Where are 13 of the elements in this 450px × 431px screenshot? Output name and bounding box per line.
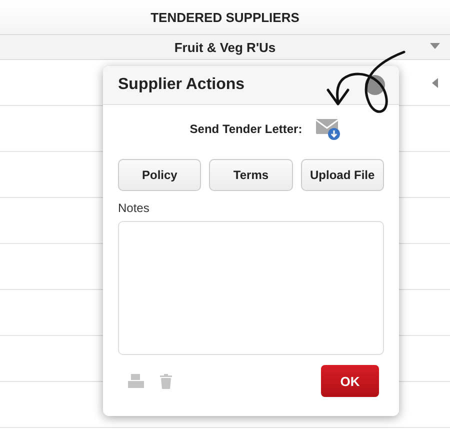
send-letter-label: Send Tender Letter: [190, 122, 302, 136]
envelope-download-icon[interactable] [316, 118, 342, 140]
notes-field[interactable] [118, 221, 384, 355]
dialog-title: Supplier Actions [118, 76, 245, 94]
caret-icon[interactable] [432, 78, 438, 88]
notes-label: Notes [118, 201, 150, 215]
action-button[interactable]: Upload File [300, 159, 384, 191]
action-button[interactable]: Terms [209, 159, 293, 191]
ok-button[interactable]: OK [321, 365, 379, 397]
supplier-name: Fruit & Veg R'Us [174, 40, 276, 54]
action-button[interactable]: Policy [118, 159, 202, 191]
supplier-group-header[interactable]: Fruit & Veg R'Us [0, 35, 450, 60]
caret-icon [430, 43, 440, 50]
